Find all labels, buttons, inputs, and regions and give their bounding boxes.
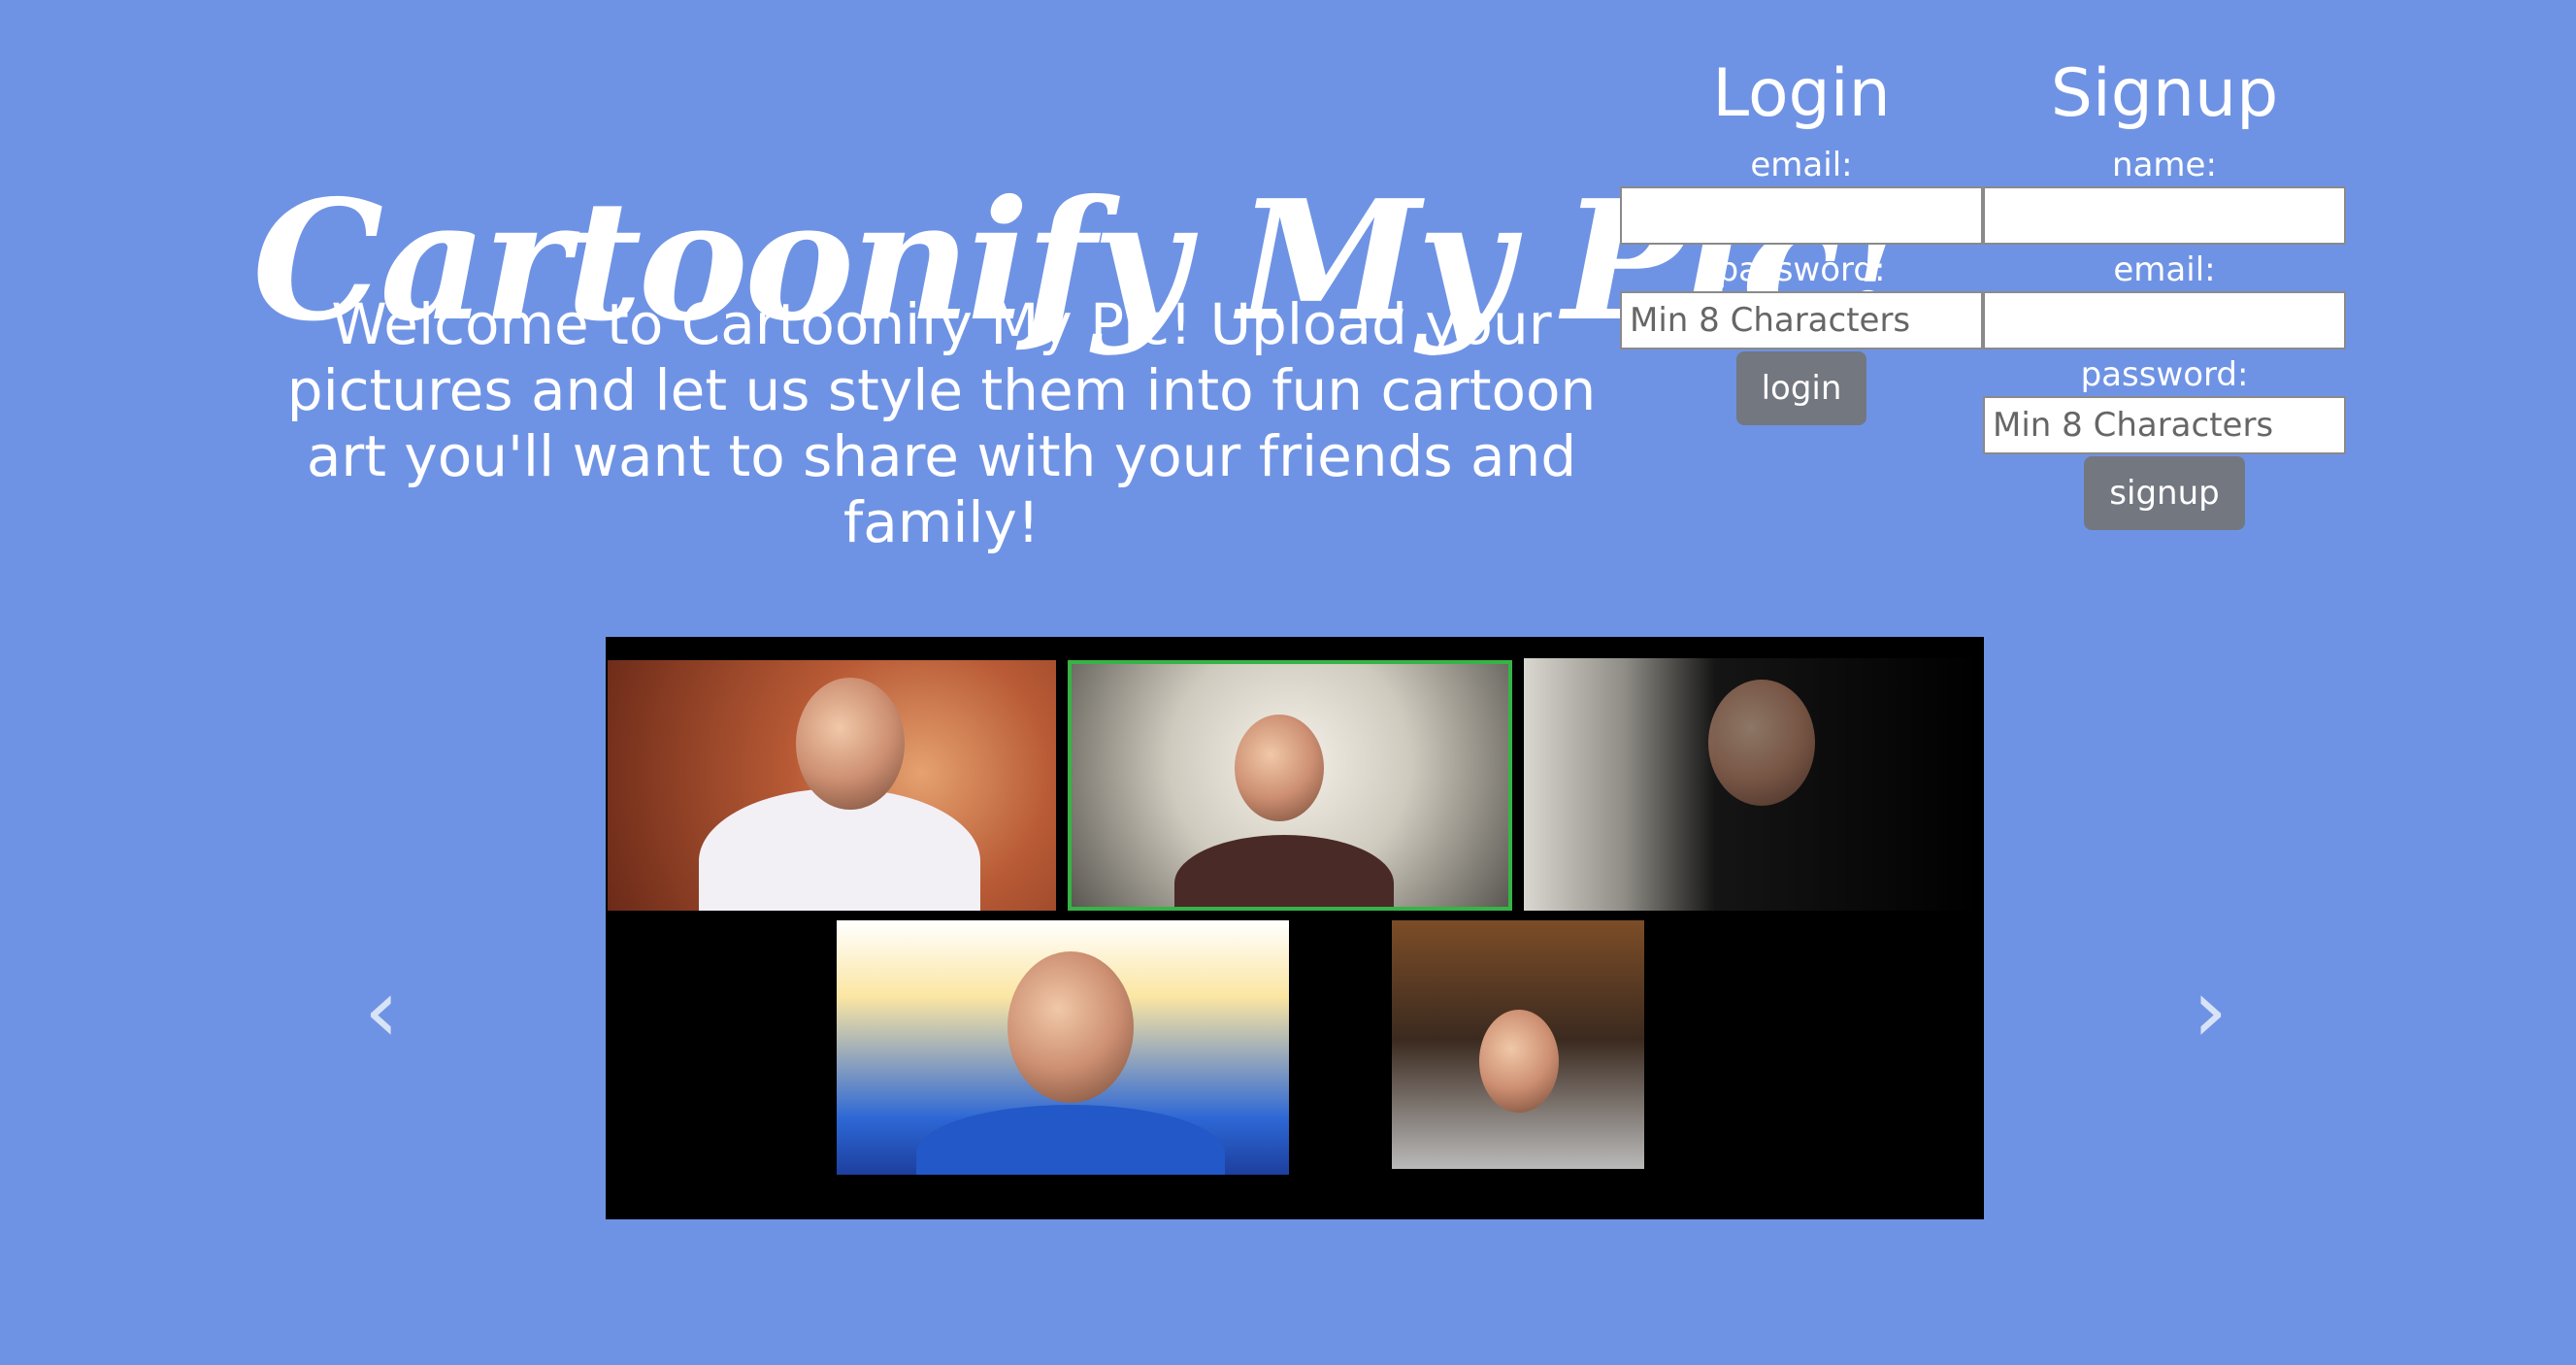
signup-email-label: email:: [2113, 250, 2216, 289]
video-tile: [608, 660, 1056, 911]
person-face: [1479, 1010, 1559, 1113]
person-face: [796, 678, 905, 810]
login-panel: Login email: password: login: [1620, 49, 1983, 425]
signup-button[interactable]: signup: [2084, 456, 2245, 530]
signup-password-input[interactable]: [1983, 396, 2346, 454]
login-email-input[interactable]: [1620, 186, 1983, 245]
login-password-label: password:: [1717, 250, 1886, 289]
video-tile: [1524, 658, 1980, 911]
welcome-text: Welcome to Cartoonify My Pic! Upload you…: [286, 291, 1597, 555]
chevron-right-icon[interactable]: ›: [2176, 968, 2244, 1055]
signup-panel: Signup name: email: password: signup: [1983, 49, 2346, 530]
login-title: Login: [1712, 55, 1891, 132]
person-body: [1174, 835, 1394, 907]
login-button[interactable]: login: [1735, 351, 1867, 425]
person-face: [1235, 715, 1324, 821]
video-tile: [837, 920, 1289, 1175]
login-email-label: email:: [1750, 146, 1853, 184]
signup-name-label: name:: [2112, 146, 2217, 184]
signup-name-input[interactable]: [1983, 186, 2346, 245]
signup-title: Signup: [2050, 55, 2279, 132]
login-password-input[interactable]: [1620, 291, 1983, 350]
video-tile: [1392, 920, 1644, 1169]
video-tile: [1068, 660, 1512, 911]
signup-password-label: password:: [2080, 355, 2249, 394]
carousel-image: [606, 637, 1984, 1219]
person-body: [916, 1105, 1225, 1175]
chevron-left-icon[interactable]: ‹: [347, 968, 415, 1055]
signup-email-input[interactable]: [1983, 291, 2346, 350]
person-face: [1007, 951, 1134, 1103]
person-face: [1708, 680, 1815, 806]
